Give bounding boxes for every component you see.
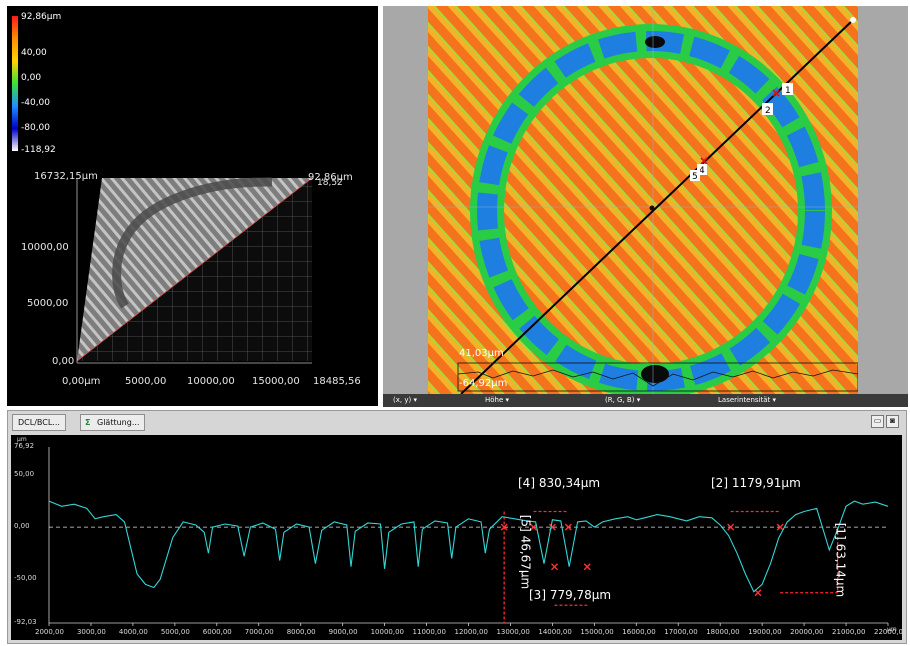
x-tick-label: 20000,00 [790, 628, 824, 636]
y-tick-label: 10000,00 [21, 242, 69, 253]
x-tick-label: 18485,56 [313, 376, 361, 387]
profile-panel: DCL/BCL... Σ Glättung... ▭ ◙ µm µm 76,92… [7, 410, 907, 644]
measure-point [583, 563, 591, 571]
minimize-button[interactable]: ▭ [871, 415, 884, 428]
x-tick-label: 19000,00 [748, 628, 782, 636]
svg-text:5: 5 [692, 172, 698, 182]
profile-chart[interactable]: µm µm 76,92 50,00 0,00 -50,00 -92,03 2000,00… [11, 435, 902, 640]
y-tick-label: 5000,00 [27, 298, 69, 309]
x-tick-label: 10000,00 [187, 376, 235, 387]
status-bar: (x, y) ▾ Höhe ▾ (R, G, B) ▾ Laserintensi… [383, 394, 908, 407]
x-tick-label: 10000,00 [370, 628, 404, 636]
x-tick-label: 21000,00 [832, 628, 866, 636]
y-tick-label: -50,00 [14, 574, 37, 583]
x-tick-label: 11000,00 [412, 628, 446, 636]
height-map-panel[interactable]: 1 2 4 5 41,03µm -64,92µm [383, 6, 908, 394]
height-map-image[interactable]: 1 2 4 5 [383, 6, 908, 394]
x-tick-label: 14000,00 [538, 628, 572, 636]
measurement-4-label: [4] 830,34µm [518, 476, 601, 490]
x-tick-label: 7000,00 [244, 628, 274, 636]
3d-surface-plot[interactable] [7, 6, 378, 406]
x-tick-label: 22000,00 [874, 628, 902, 636]
x-tick-label: 8000,00 [286, 628, 316, 636]
x-tick-label: 15000,00 [580, 628, 614, 636]
dark-spot-bottom [641, 365, 669, 383]
profile-series-line [48, 500, 889, 593]
marker-label-5: 5 [690, 170, 700, 182]
x-tick-label: 9000,00 [328, 628, 358, 636]
measurement-3-label: [3] 779,78µm [529, 588, 612, 602]
status-height[interactable]: Höhe ▾ [485, 396, 509, 404]
y-tick-label: 0,00 [52, 356, 75, 367]
marker-label-2: 2 [762, 103, 773, 116]
x-tick-label: 4000,00 [118, 628, 148, 636]
profile-chart-svg [48, 447, 889, 626]
y-tick-label: -92,03 [14, 618, 37, 626]
y-axis-max-label: 16732,15µm [34, 171, 98, 182]
tab-dcl-bcl[interactable]: DCL/BCL... [12, 414, 66, 431]
dark-spot-top [645, 36, 665, 48]
inset-min-label: -64,92µm [459, 378, 508, 389]
status-laser-intensity[interactable]: Laserintensität ▾ [718, 396, 776, 404]
x-tick-label: 3000,00 [76, 628, 106, 636]
measure-point [754, 589, 762, 597]
y-tick-label: 50,00 [14, 470, 35, 479]
x-tick-label: 12000,00 [454, 628, 488, 636]
measurement-1-label: [1] 63,14µm [833, 522, 848, 598]
x-tick-label: 0,00µm [62, 376, 101, 387]
measure-point [551, 563, 558, 571]
x-tick-label: 2000,00 [35, 628, 64, 636]
3d-view-panel[interactable]: 92,86µm 40,00 0,00 -40,00 -80,00 -118,92… [7, 6, 378, 406]
x-tick-label: 6000,00 [202, 628, 232, 636]
x-tick-label: 15000,00 [252, 376, 300, 387]
tab-smoothing-label: Glättung... [97, 418, 140, 427]
x-tick-label: 17000,00 [664, 628, 698, 636]
x-tick-label: 5000,00 [125, 376, 167, 387]
status-xy[interactable]: (x, y) ▾ [393, 396, 417, 404]
marker-label-1: 1 [782, 83, 793, 96]
status-rgb[interactable]: (R, G, B) ▾ [605, 396, 640, 404]
tab-smoothing[interactable]: Σ Glättung... [80, 414, 146, 431]
top-right-overlap-label: 18,52 [317, 178, 343, 188]
x-tick-label: 16000,00 [622, 628, 656, 636]
x-tick-label: 13000,00 [496, 628, 530, 636]
y-tick-label: 76,92 [14, 442, 35, 450]
inset-max-label: 41,03µm [459, 348, 504, 359]
restore-button[interactable]: ◙ [886, 415, 899, 428]
y-tick-label: 0,00 [14, 522, 30, 531]
measurement-5-label: [5] 46,67µm [518, 514, 533, 590]
svg-text:1: 1 [785, 86, 791, 96]
measurement-2-label: [2] 1179,91µm [711, 476, 801, 490]
x-tick-label: 18000,00 [706, 628, 740, 636]
x-tick-label: 5000,00 [160, 628, 190, 636]
smoothing-icon: Σ [85, 418, 91, 427]
svg-text:2: 2 [765, 106, 771, 116]
